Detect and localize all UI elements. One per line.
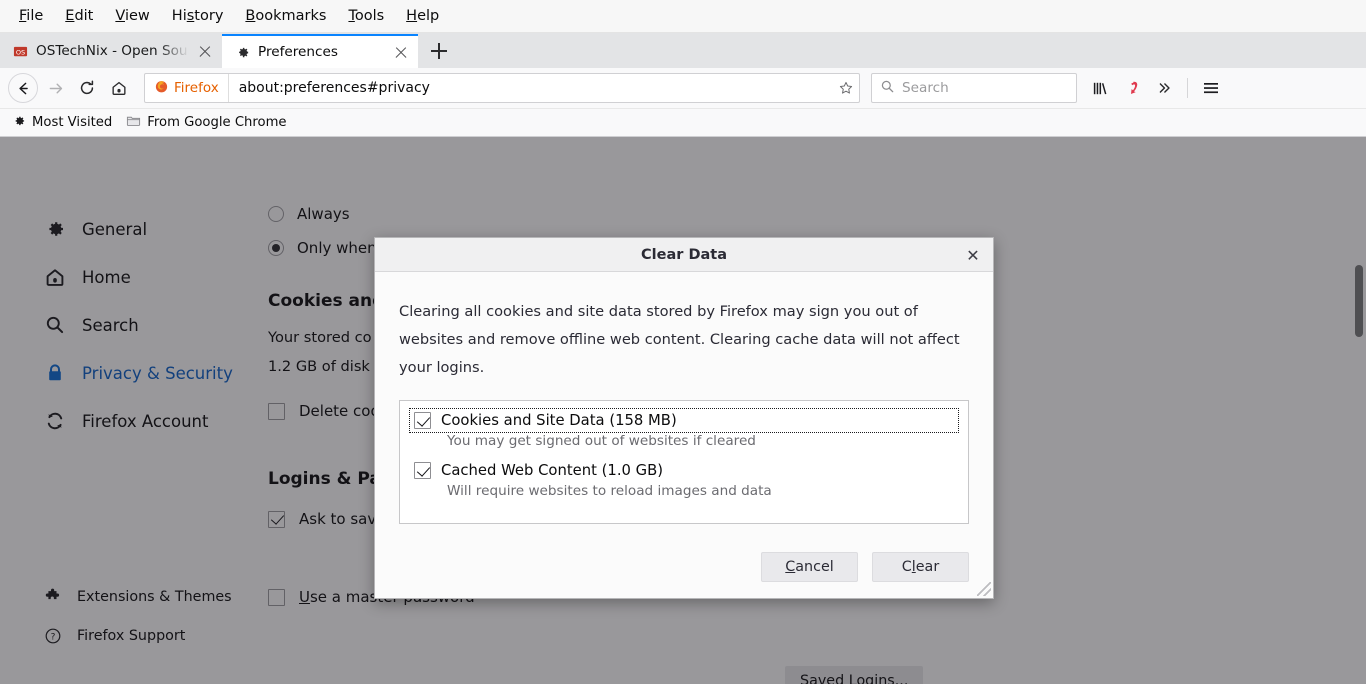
library-icon[interactable] <box>1085 73 1115 103</box>
gear-icon <box>12 114 26 132</box>
cancel-button[interactable]: Cancel <box>761 552 858 582</box>
toolbar-separator <box>1187 78 1188 98</box>
clear-label: Clear <box>902 559 939 575</box>
dialog-description: Clearing all cookies and site data store… <box>399 298 969 382</box>
bookmark-most-visited[interactable]: Most Visited <box>12 114 112 132</box>
menu-item-help[interactable]: Help <box>395 5 450 27</box>
tab-ostechnix[interactable]: OS OSTechNix - Open Sour <box>0 34 222 68</box>
menu-item-edit[interactable]: Edit <box>54 5 104 27</box>
menu-bar: File Edit View History Bookmarks Tools H… <box>0 0 1366 33</box>
menu-label-tools: Tools <box>348 8 384 24</box>
search-placeholder: Search <box>902 80 949 96</box>
cancel-label: Cancel <box>785 559 833 575</box>
identity-label: Firefox <box>174 80 219 96</box>
menu-label-view: View <box>115 8 149 24</box>
navigation-toolbar: Firefox about:preferences#privacy Search <box>0 68 1366 109</box>
checkbox-cookies-site-data[interactable] <box>414 412 431 429</box>
menu-label-file: File <box>19 8 43 24</box>
content-area: General Home Search Privacy & Security <box>0 137 1366 684</box>
dialog-titlebar: Clear Data ✕ <box>375 238 993 272</box>
close-icon[interactable] <box>393 44 409 60</box>
tab-title: Preferences <box>258 44 385 60</box>
search-bar[interactable]: Search <box>871 73 1077 103</box>
clear-data-options-list: Cookies and Site Data (158 MB) You may g… <box>399 400 969 524</box>
forward-button[interactable] <box>40 73 70 103</box>
menu-label-bookmarks: Bookmarks <box>245 8 326 24</box>
checkbox-cached-web-content[interactable] <box>414 462 431 479</box>
identity-box[interactable]: Firefox <box>145 74 229 102</box>
url-bar[interactable]: Firefox about:preferences#privacy <box>144 73 860 103</box>
url-text[interactable]: about:preferences#privacy <box>229 80 833 96</box>
site-favicon: OS <box>12 43 28 59</box>
bookmark-star-icon[interactable] <box>833 80 859 96</box>
menu-label-help: Help <box>406 8 439 24</box>
menu-item-view[interactable]: View <box>104 5 160 27</box>
gear-icon <box>234 44 250 60</box>
dialog-body: Clearing all cookies and site data store… <box>375 272 993 536</box>
hamburger-icon[interactable] <box>1196 73 1226 103</box>
toolbar-right-group <box>1085 73 1226 103</box>
option-label: Cookies and Site Data (158 MB) <box>441 412 677 429</box>
menu-item-file[interactable]: File <box>8 5 54 27</box>
dialog-resize-grip[interactable] <box>977 582 991 596</box>
bookmark-from-google-chrome[interactable]: From Google Chrome <box>126 114 286 132</box>
clear-button[interactable]: Clear <box>872 552 969 582</box>
dialog-title: Clear Data <box>641 247 727 263</box>
tab-preferences[interactable]: Preferences <box>222 34 418 68</box>
dialog-button-bar: Cancel Clear <box>375 536 993 598</box>
back-button[interactable] <box>8 73 38 103</box>
option-cookies-and-site-data[interactable]: Cookies and Site Data (158 MB) You may g… <box>410 409 958 449</box>
menu-item-tools[interactable]: Tools <box>337 5 395 27</box>
tab-strip: OS OSTechNix - Open Sour Preferences <box>0 33 1366 68</box>
option-row[interactable]: Cached Web Content (1.0 GB) <box>410 459 958 482</box>
menu-label-history: History <box>172 8 224 24</box>
close-icon[interactable]: ✕ <box>961 243 985 267</box>
option-sublabel: Will require websites to reload images a… <box>447 483 958 499</box>
home-button[interactable] <box>104 73 134 103</box>
menu-item-history[interactable]: History <box>161 5 235 27</box>
bookmark-label: From Google Chrome <box>147 115 286 130</box>
tab-title: OSTechNix - Open Sour <box>36 43 189 59</box>
option-sublabel: You may get signed out of websites if cl… <box>447 433 958 449</box>
option-cached-web-content[interactable]: Cached Web Content (1.0 GB) Will require… <box>410 459 958 499</box>
overflow-icon[interactable] <box>1149 73 1179 103</box>
menu-item-bookmarks[interactable]: Bookmarks <box>234 5 337 27</box>
scrollbar-thumb[interactable] <box>1355 265 1363 337</box>
pocket-icon[interactable] <box>1117 73 1147 103</box>
bookmarks-toolbar: Most Visited From Google Chrome <box>0 109 1366 137</box>
new-tab-button[interactable] <box>424 36 454 66</box>
folder-icon <box>126 114 141 132</box>
clear-data-dialog: Clear Data ✕ Clearing all cookies and si… <box>374 237 994 599</box>
menu-label-edit: Edit <box>65 8 93 24</box>
firefox-logo-icon <box>154 79 169 98</box>
vertical-scrollbar[interactable] <box>1352 137 1366 684</box>
option-label: Cached Web Content (1.0 GB) <box>441 462 663 479</box>
reload-button[interactable] <box>72 73 102 103</box>
search-icon <box>880 79 895 98</box>
bookmark-label: Most Visited <box>32 115 112 130</box>
option-row[interactable]: Cookies and Site Data (158 MB) <box>410 409 958 432</box>
svg-text:OS: OS <box>15 48 24 56</box>
close-icon[interactable] <box>197 43 213 59</box>
